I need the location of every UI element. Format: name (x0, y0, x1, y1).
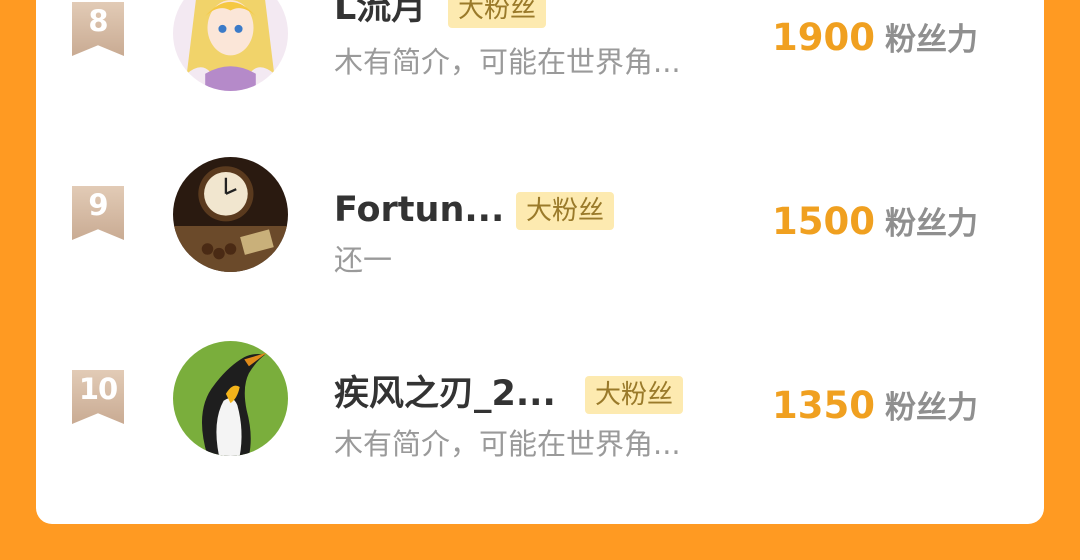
fan-power-value: 1500 (772, 200, 875, 243)
user-name[interactable]: Fortun... (334, 188, 504, 232)
ranking-row[interactable]: 8 L流月 大粉丝 木有简介，可能在世界角... 1900 粉丝力 (36, 0, 1044, 94)
fan-power-unit: 粉丝力 (884, 390, 978, 426)
user-avatar[interactable] (173, 0, 288, 91)
anime-girl-avatar-image (173, 0, 288, 91)
fan-power-score: 1350 粉丝力 (772, 384, 978, 435)
rank-ribbon: 9 (72, 186, 124, 240)
ranking-card: 8 L流月 大粉丝 木有简介，可能在世界角... 1900 粉丝力 9 Fort… (36, 0, 1044, 524)
fan-level-badge: 大粉丝 (516, 192, 615, 230)
user-avatar[interactable] (173, 157, 288, 272)
fan-power-value: 1900 (772, 16, 875, 59)
fan-power-score: 1900 粉丝力 (772, 16, 978, 67)
ranking-row[interactable]: 10 疾风之刃_2... 大粉丝 木有简介，可能在世界角... 1350 粉丝力 (36, 332, 1044, 462)
fan-level-badge: 大粉丝 (448, 0, 547, 28)
fan-power-unit: 粉丝力 (884, 206, 978, 242)
user-bio: 木有简介，可能在世界角... (334, 427, 681, 461)
user-bio: 木有简介，可能在世界角... (334, 45, 681, 79)
rank-ribbon: 8 (72, 2, 124, 56)
rank-ribbon: 10 (72, 370, 124, 424)
ranking-row[interactable]: 9 Fortun... 大粉丝 还一 1500 粉丝力 (36, 148, 1044, 278)
user-bio: 还一 (334, 243, 393, 277)
penguin-avatar-image (173, 341, 288, 456)
fan-level-badge: 大粉丝 (585, 376, 684, 414)
fan-power-score: 1500 粉丝力 (772, 200, 978, 251)
user-avatar[interactable] (173, 341, 288, 456)
user-name[interactable]: 疾风之刃_2... (334, 372, 556, 416)
user-name[interactable]: L流月 (334, 0, 426, 30)
fan-power-value: 1350 (772, 384, 875, 427)
clock-avatar-image (173, 157, 288, 272)
fan-power-unit: 粉丝力 (884, 22, 978, 58)
